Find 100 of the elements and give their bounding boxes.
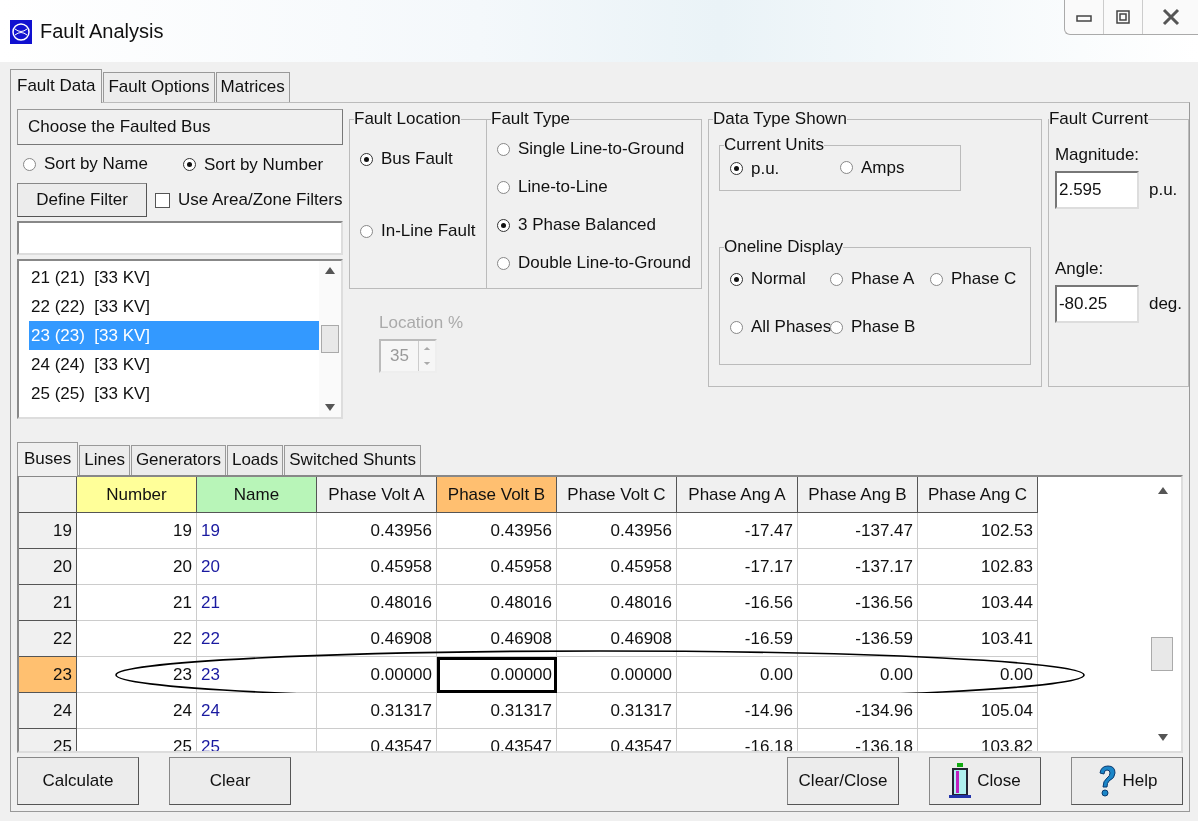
row-header[interactable]: 24 bbox=[19, 693, 77, 729]
maximize-icon[interactable] bbox=[1116, 10, 1130, 24]
minimize-icon[interactable] bbox=[1076, 12, 1092, 22]
table-cell: 20 bbox=[197, 549, 317, 585]
window-title: Fault Analysis bbox=[40, 20, 164, 43]
tab[interactable]: Buses bbox=[17, 442, 79, 476]
angle-field[interactable]: -80.25 bbox=[1054, 285, 1139, 323]
define-filter-button[interactable]: Define Filter bbox=[17, 183, 147, 217]
table-cell: 0.45958 bbox=[437, 549, 557, 585]
radio-button[interactable] bbox=[497, 218, 510, 232]
radio-button[interactable] bbox=[497, 180, 510, 194]
row-header[interactable]: 21 bbox=[19, 585, 77, 621]
table-cell: 0.46908 bbox=[317, 621, 437, 657]
table-cell: -16.59 bbox=[677, 621, 798, 657]
row-header[interactable]: 19 bbox=[19, 513, 77, 549]
scroll-up-icon[interactable] bbox=[1158, 487, 1168, 494]
scroll-down-icon[interactable] bbox=[1158, 734, 1168, 741]
scroll-thumb[interactable] bbox=[321, 325, 339, 353]
radio-button[interactable] bbox=[497, 256, 510, 270]
bus-item[interactable]: 24 (24) [33 KV] bbox=[29, 350, 319, 379]
tab[interactable]: Lines bbox=[79, 445, 130, 475]
radio-button[interactable] bbox=[829, 320, 843, 334]
table-cell: -136.56 bbox=[798, 585, 918, 621]
table-cell: 0.00 bbox=[677, 657, 798, 693]
row-header[interactable]: 22 bbox=[19, 621, 77, 657]
option-label[interactable]: Amps bbox=[860, 157, 905, 178]
column-header[interactable]: Number bbox=[77, 477, 197, 513]
filter-field[interactable] bbox=[17, 221, 343, 255]
unit-label: deg. bbox=[1148, 294, 1183, 314]
column-header[interactable]: Phase Ang A bbox=[677, 477, 798, 513]
option-label[interactable]: Sort by Number bbox=[204, 154, 324, 175]
panel-header: Choose the Faulted Bus bbox=[17, 109, 343, 145]
table-cell: 23 bbox=[197, 657, 317, 693]
table-cell: 102.83 bbox=[918, 549, 1038, 585]
radio-button[interactable] bbox=[183, 158, 196, 172]
table-cell: 19 bbox=[77, 513, 197, 549]
radio-button[interactable] bbox=[729, 272, 743, 286]
table-cell: -14.96 bbox=[677, 693, 798, 729]
bus-item[interactable]: 25 (25) [33 KV] bbox=[29, 379, 319, 408]
checkbox[interactable]: Use Area/Zone Filters bbox=[155, 190, 343, 210]
option-label[interactable]: Double Line-to-Ground bbox=[518, 253, 691, 273]
action-button[interactable]: Close bbox=[929, 757, 1041, 805]
radio-button[interactable] bbox=[23, 157, 36, 171]
table-cell: 103.41 bbox=[918, 621, 1038, 657]
table-cell: 0.00000 bbox=[437, 657, 557, 693]
action-button[interactable]: Calculate bbox=[17, 757, 139, 805]
radio-button[interactable] bbox=[829, 272, 843, 286]
tab[interactable]: Generators bbox=[130, 445, 226, 475]
table-cell: 24 bbox=[77, 693, 197, 729]
magnitude-field[interactable]: 2.595 bbox=[1054, 171, 1139, 209]
option-label[interactable]: Phase C bbox=[950, 269, 1017, 289]
row-header[interactable]: 23 bbox=[19, 657, 77, 693]
column-header[interactable]: Name bbox=[197, 477, 317, 513]
tab[interactable]: Loads bbox=[226, 445, 284, 475]
action-button[interactable]: Help bbox=[1071, 757, 1183, 805]
option-label[interactable]: Single Line-to-Ground bbox=[518, 139, 685, 159]
table-cell: 0.00 bbox=[798, 657, 918, 693]
action-button[interactable]: Clear/Close bbox=[787, 757, 899, 805]
action-button[interactable]: Clear bbox=[169, 757, 291, 805]
column-header[interactable]: Phase Ang B bbox=[798, 477, 918, 513]
option-label[interactable]: Normal bbox=[750, 269, 806, 289]
table-cell: 0.43956 bbox=[317, 513, 437, 549]
table-cell: 0.00000 bbox=[557, 657, 677, 693]
table-cell: 0.31317 bbox=[317, 693, 437, 729]
tab[interactable]: Fault Options bbox=[103, 72, 215, 102]
angle-label: Angle: bbox=[1054, 259, 1105, 279]
tab[interactable]: Switched Shunts bbox=[284, 445, 421, 475]
option-label[interactable]: Sort by Name bbox=[44, 154, 148, 174]
table-cell: 0.46908 bbox=[437, 621, 557, 657]
option-label[interactable]: Phase A bbox=[850, 269, 915, 289]
option-label[interactable]: Phase B bbox=[850, 317, 916, 337]
bus-item[interactable]: 21 (21) [33 KV] bbox=[29, 263, 319, 292]
option-label[interactable]: All Phases bbox=[750, 317, 832, 337]
radio-button[interactable] bbox=[839, 161, 853, 175]
column-header[interactable]: Phase Ang C bbox=[918, 477, 1038, 513]
bus-item[interactable]: 22 (22) [33 KV] bbox=[29, 292, 319, 321]
option-label[interactable]: Line-to-Line bbox=[518, 177, 608, 197]
radio-button[interactable] bbox=[929, 272, 943, 286]
option-label[interactable]: 3 Phase Balanced bbox=[518, 215, 656, 235]
table-cell: 105.04 bbox=[918, 693, 1038, 729]
door-icon bbox=[949, 763, 972, 799]
table-cell: -137.47 bbox=[798, 513, 918, 549]
table-cell: 22 bbox=[77, 621, 197, 657]
column-header[interactable]: Phase Volt A bbox=[317, 477, 437, 513]
radio-button[interactable] bbox=[497, 142, 510, 156]
option-label[interactable]: p.u. bbox=[750, 158, 780, 179]
column-header[interactable]: Phase Volt C bbox=[557, 477, 677, 513]
column-header[interactable]: Phase Volt B bbox=[437, 477, 557, 513]
table-cell: 0.31317 bbox=[557, 693, 677, 729]
row-header[interactable]: 25 bbox=[19, 729, 77, 751]
tab[interactable]: Fault Data bbox=[10, 69, 103, 103]
row-header[interactable]: 20 bbox=[19, 549, 77, 585]
scroll-thumb[interactable] bbox=[1151, 637, 1173, 671]
radio-button[interactable] bbox=[729, 162, 743, 175]
radio-button[interactable] bbox=[729, 320, 743, 334]
tab[interactable]: Matrices bbox=[215, 72, 290, 102]
scroll-up-icon[interactable] bbox=[325, 267, 335, 274]
close-icon[interactable] bbox=[1161, 8, 1180, 26]
scroll-down-icon[interactable] bbox=[325, 404, 335, 411]
table-cell: -17.17 bbox=[677, 549, 798, 585]
